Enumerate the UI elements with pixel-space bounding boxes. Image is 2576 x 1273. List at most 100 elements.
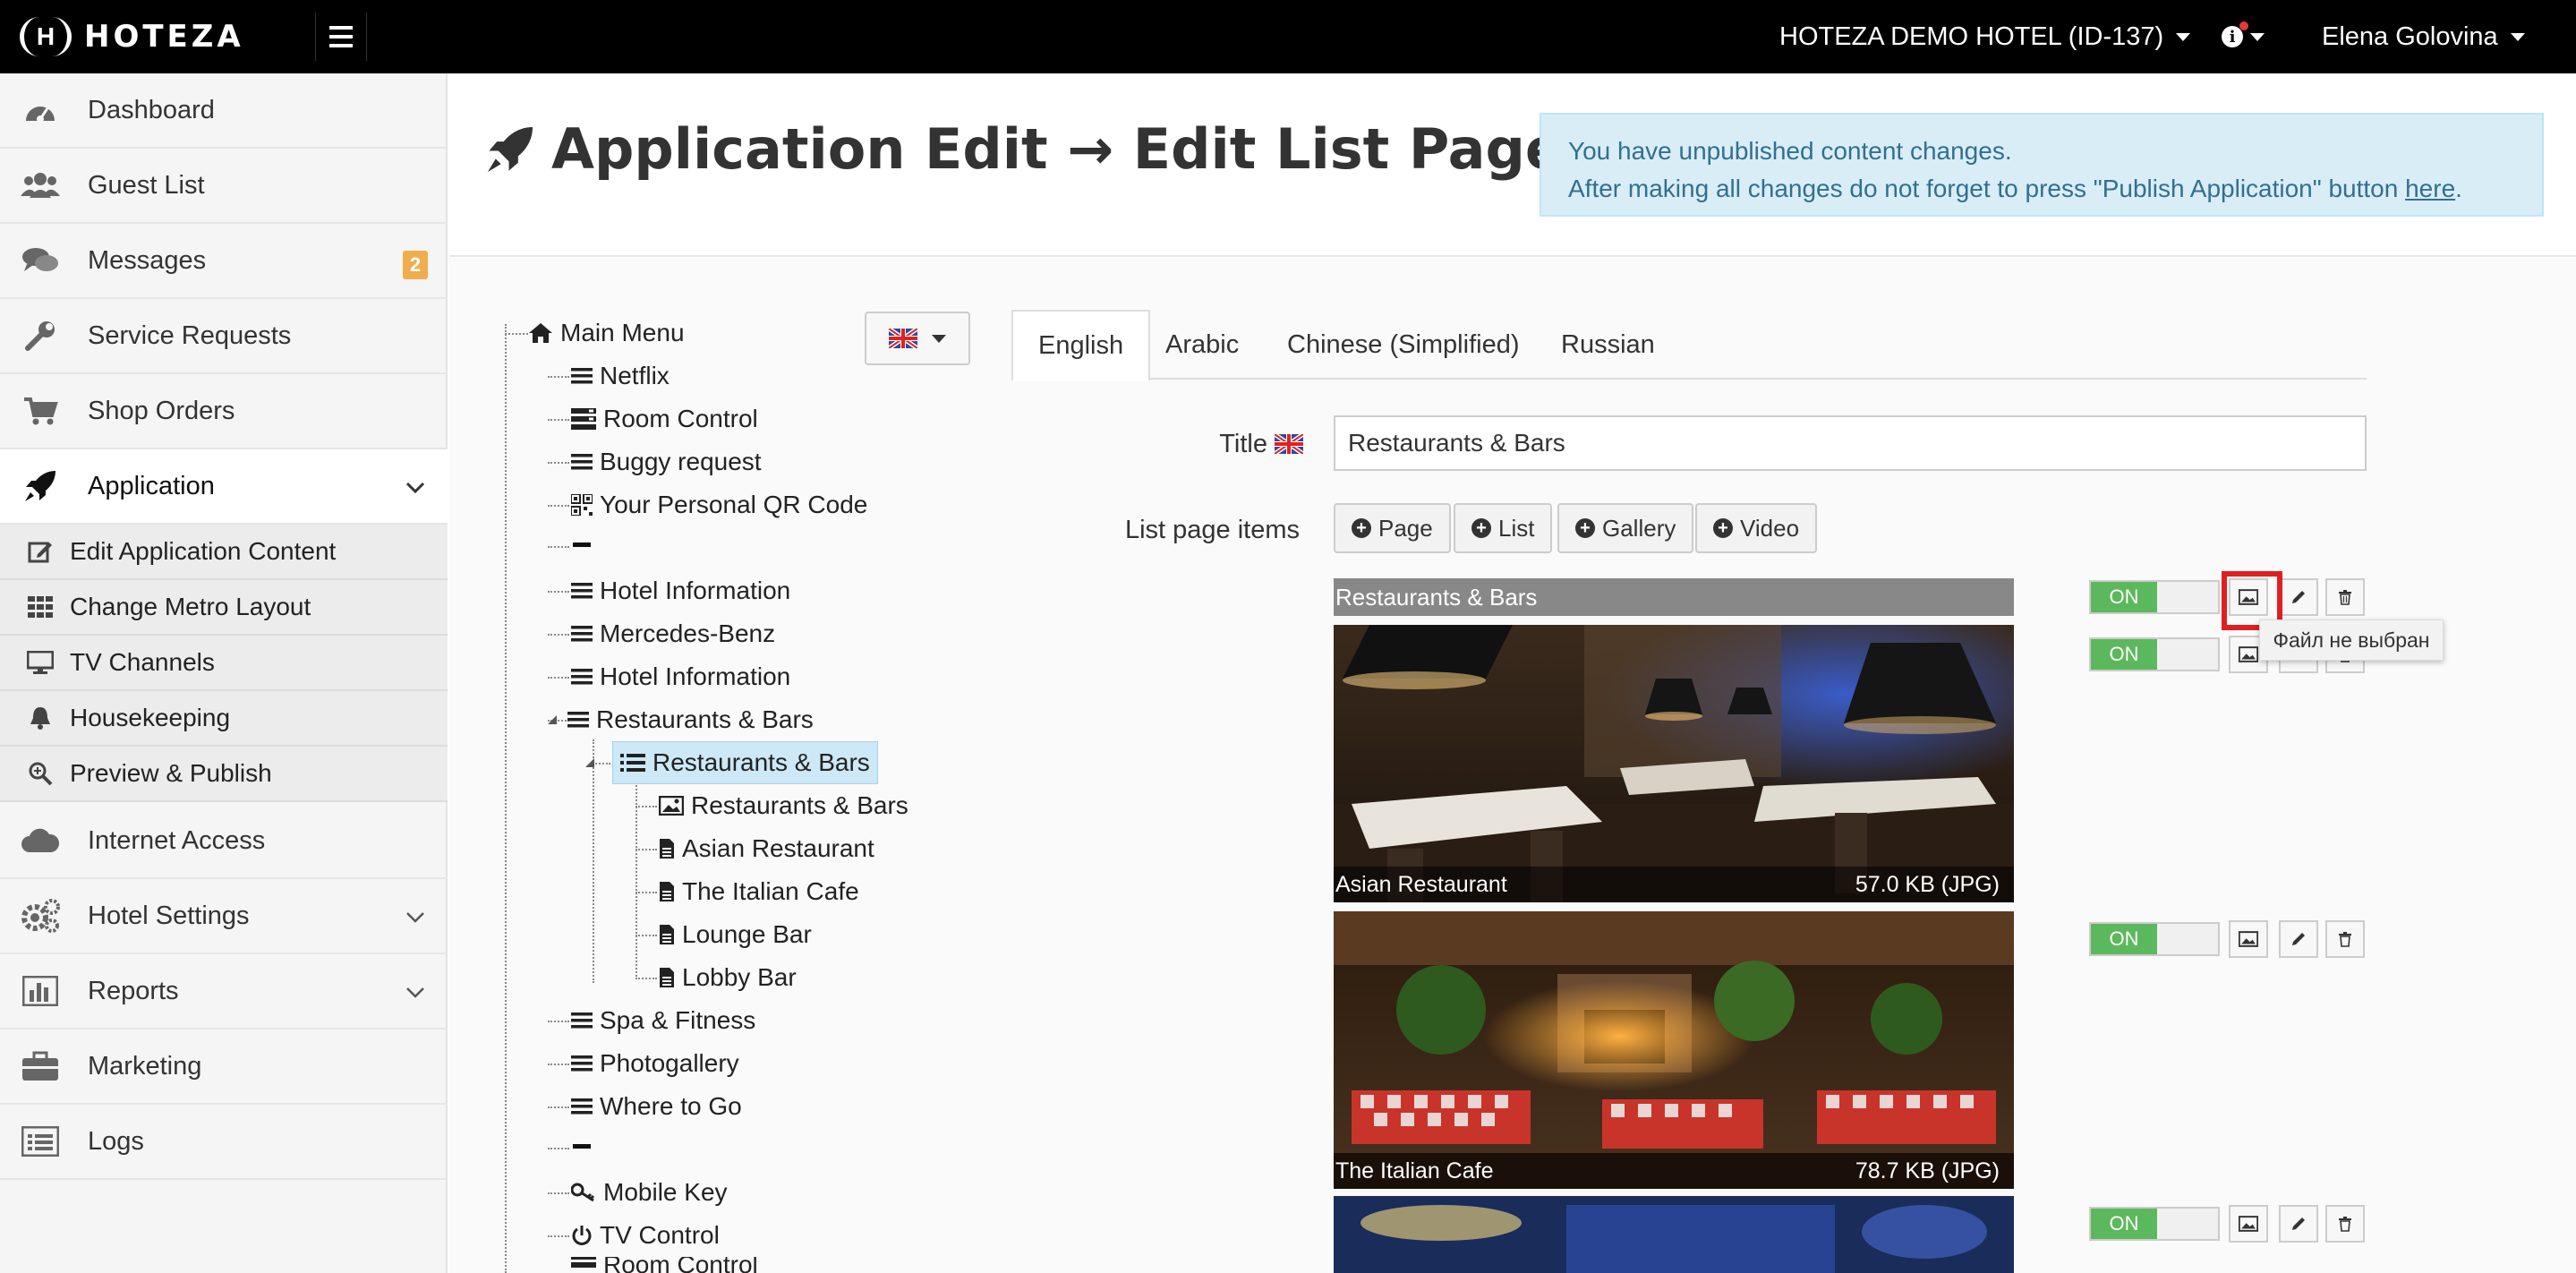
info-menu[interactable]: i xyxy=(2222,0,2265,73)
tree-node-qr-code[interactable]: Your Personal QR Code xyxy=(571,485,867,525)
menu-toggle-icon[interactable] xyxy=(315,13,367,61)
rocket-icon xyxy=(20,469,61,503)
sidebar-item-label: Application xyxy=(88,471,215,500)
list-item-asian-restaurant[interactable]: Asian Restaurant 57.0 KB (JPG) xyxy=(1334,625,2014,902)
sidebar-item-logs[interactable]: Logs xyxy=(0,1105,448,1180)
tree-node-tv-control[interactable]: TV Control xyxy=(571,1216,720,1255)
tab-chinese-simplified[interactable]: Chinese (Simplified) xyxy=(1262,310,1545,380)
sidebar-subitem-change-metro-layout[interactable]: Change Metro Layout xyxy=(0,580,448,636)
language-flag-dropdown[interactable] xyxy=(865,312,970,365)
tree-node-room-control[interactable]: Room Control xyxy=(571,399,758,439)
tree-node-restaurants-bars[interactable]: Restaurants & Bars xyxy=(546,700,814,739)
sidebar-subitem-edit-application-content[interactable]: Edit Application Content xyxy=(0,525,448,580)
sidebar-subitem-housekeeping[interactable]: Housekeeping xyxy=(0,691,448,747)
sidebar-subitem-preview-publish[interactable]: Preview & Publish xyxy=(0,747,448,802)
tree-node-label: Mercedes-Benz xyxy=(600,619,776,647)
tree-node-buggy-request[interactable]: Buggy request xyxy=(571,442,762,482)
tree-node-restaurants-bars-list[interactable] xyxy=(584,743,603,782)
image-icon xyxy=(2239,1216,2258,1232)
hoteza-logo[interactable]: H HOTEZA xyxy=(20,16,244,57)
tree-node-spa-fitness[interactable]: Spa & Fitness xyxy=(571,1001,755,1040)
publish-here-link[interactable]: here xyxy=(2405,175,2455,202)
delete-item-button[interactable] xyxy=(2325,1205,2365,1243)
sidebar-subitem-label: TV Channels xyxy=(70,648,215,676)
tab-russian[interactable]: Russian xyxy=(1536,310,1680,380)
tree-node-hotel-information-2[interactable]: Hotel Information xyxy=(571,657,790,696)
alert-line-2-text: After making all changes do not forget t… xyxy=(1568,175,2406,202)
tree-connector xyxy=(505,324,507,1273)
hotel-selector[interactable]: HOTEZA DEMO HOTEL (ID-137) xyxy=(1779,0,2191,73)
tree-node-restaurants-bars-selected[interactable]: Restaurants & Bars xyxy=(612,741,878,784)
tree-separator[interactable] xyxy=(573,543,591,547)
tab-arabic[interactable]: Arabic xyxy=(1140,310,1264,380)
tree-node-mercedes-benz[interactable]: Mercedes-Benz xyxy=(571,614,775,654)
tree-separator[interactable] xyxy=(573,1144,591,1149)
sidebar-item-application[interactable]: Application xyxy=(0,449,448,525)
chevron-down-icon xyxy=(406,912,424,923)
tree-node-where-to-go[interactable]: Where to Go xyxy=(571,1087,742,1126)
file-size: 78.7 KB (JPG) xyxy=(1855,1158,2000,1183)
top-bar: H HOTEZA HOTEZA DEMO HOTEL (ID-137) i El… xyxy=(0,0,2576,73)
list-item-lounge-bar[interactable] xyxy=(1334,1196,2014,1273)
tree-node-main-menu[interactable]: Main Menu xyxy=(528,313,685,353)
edit-item-button[interactable] xyxy=(2279,920,2318,958)
list-item-header-restaurants-bars[interactable]: Restaurants & Bars xyxy=(1334,578,2014,616)
tree-node-asian-restaurant[interactable]: Asian Restaurant xyxy=(659,829,874,868)
sidebar-item-messages[interactable]: Messages 2 xyxy=(0,224,448,299)
sidebar-item-guest-list[interactable]: Guest List xyxy=(0,149,448,224)
tree-node-label: Mobile Key xyxy=(603,1178,728,1206)
info-icon: i xyxy=(2222,21,2248,47)
add-list-button[interactable]: + List xyxy=(1454,503,1553,553)
sidebar-item-hotel-settings[interactable]: Hotel Settings xyxy=(0,879,448,954)
tree-node-netflix[interactable]: Netflix xyxy=(571,356,670,396)
tree-node-mobile-key[interactable]: Mobile Key xyxy=(571,1173,728,1212)
visibility-toggle[interactable]: ON xyxy=(2089,1207,2220,1241)
sidebar-item-dashboard[interactable]: Dashboard xyxy=(0,73,448,149)
sidebar-item-shop-orders[interactable]: Shop Orders xyxy=(0,374,448,449)
sidebar-subitem-label: Preview & Publish xyxy=(70,759,272,787)
visibility-toggle[interactable]: ON xyxy=(2089,580,2220,614)
cart-icon xyxy=(20,396,61,426)
trash-icon xyxy=(2339,590,2351,605)
sidebar-subitem-label: Housekeeping xyxy=(70,704,231,731)
plus-circle-icon: + xyxy=(1471,518,1491,538)
page-title: Application Edit → Edit List Page xyxy=(485,116,1563,182)
logo-text: HOTEZA xyxy=(84,19,244,55)
sidebar-item-label: Internet Access xyxy=(88,825,266,855)
alert-line-1: You have unpublished content changes. xyxy=(1568,137,2012,165)
title-input[interactable]: Restaurants & Bars xyxy=(1334,415,2367,471)
visibility-toggle[interactable]: ON xyxy=(2089,922,2220,956)
visibility-toggle[interactable]: ON xyxy=(2089,637,2220,671)
tree-node-lobby-bar[interactable]: Lobby Bar xyxy=(659,958,797,997)
upload-image-button[interactable] xyxy=(2229,920,2268,958)
tree-node-photogallery[interactable]: Photogallery xyxy=(571,1044,739,1083)
user-menu[interactable]: Elena Golovina xyxy=(2322,0,2525,73)
edit-item-button[interactable] xyxy=(2279,1205,2318,1243)
tree-node-italian-cafe[interactable]: The Italian Cafe xyxy=(659,872,859,911)
tree-node-hotel-information[interactable]: Hotel Information xyxy=(571,571,790,611)
unpublished-changes-alert: You have unpublished content changes. Af… xyxy=(1540,113,2544,217)
sidebar-item-reports[interactable]: Reports xyxy=(0,954,448,1030)
menu-list-icon xyxy=(571,1055,593,1072)
upload-image-button[interactable] xyxy=(2229,1205,2268,1243)
add-video-button[interactable]: + Video xyxy=(1695,503,1818,553)
delete-item-button[interactable] xyxy=(2325,578,2365,616)
image-caption: The Italian Cafe 78.7 KB (JPG) xyxy=(1334,1153,2014,1189)
sidebar-subitem-tv-channels[interactable]: TV Channels xyxy=(0,636,448,691)
sidebar-item-internet-access[interactable]: Internet Access xyxy=(0,804,448,879)
tree-node-label: Room Control xyxy=(603,1257,758,1273)
tree-connector xyxy=(505,333,528,335)
tree-connector xyxy=(635,849,657,850)
tab-english[interactable]: English xyxy=(1011,310,1151,381)
add-page-button[interactable]: + Page xyxy=(1334,503,1451,553)
edit-item-button[interactable] xyxy=(2279,578,2318,616)
sidebar-item-marketing[interactable]: Marketing xyxy=(0,1030,448,1105)
sidebar-item-service-requests[interactable]: Service Requests xyxy=(0,299,448,374)
tree-node-restaurants-bars-gallery[interactable]: Restaurants & Bars xyxy=(659,786,908,825)
add-gallery-button[interactable]: + Gallery xyxy=(1557,503,1694,553)
delete-item-button[interactable] xyxy=(2325,920,2365,958)
list-item-italian-cafe[interactable]: The Italian Cafe 78.7 KB (JPG) xyxy=(1334,911,2014,1189)
tree-node-label: Hotel Information xyxy=(600,662,791,690)
tree-node-room-control-2[interactable]: Room Control xyxy=(571,1257,758,1273)
tree-node-lounge-bar[interactable]: Lounge Bar xyxy=(659,915,812,954)
